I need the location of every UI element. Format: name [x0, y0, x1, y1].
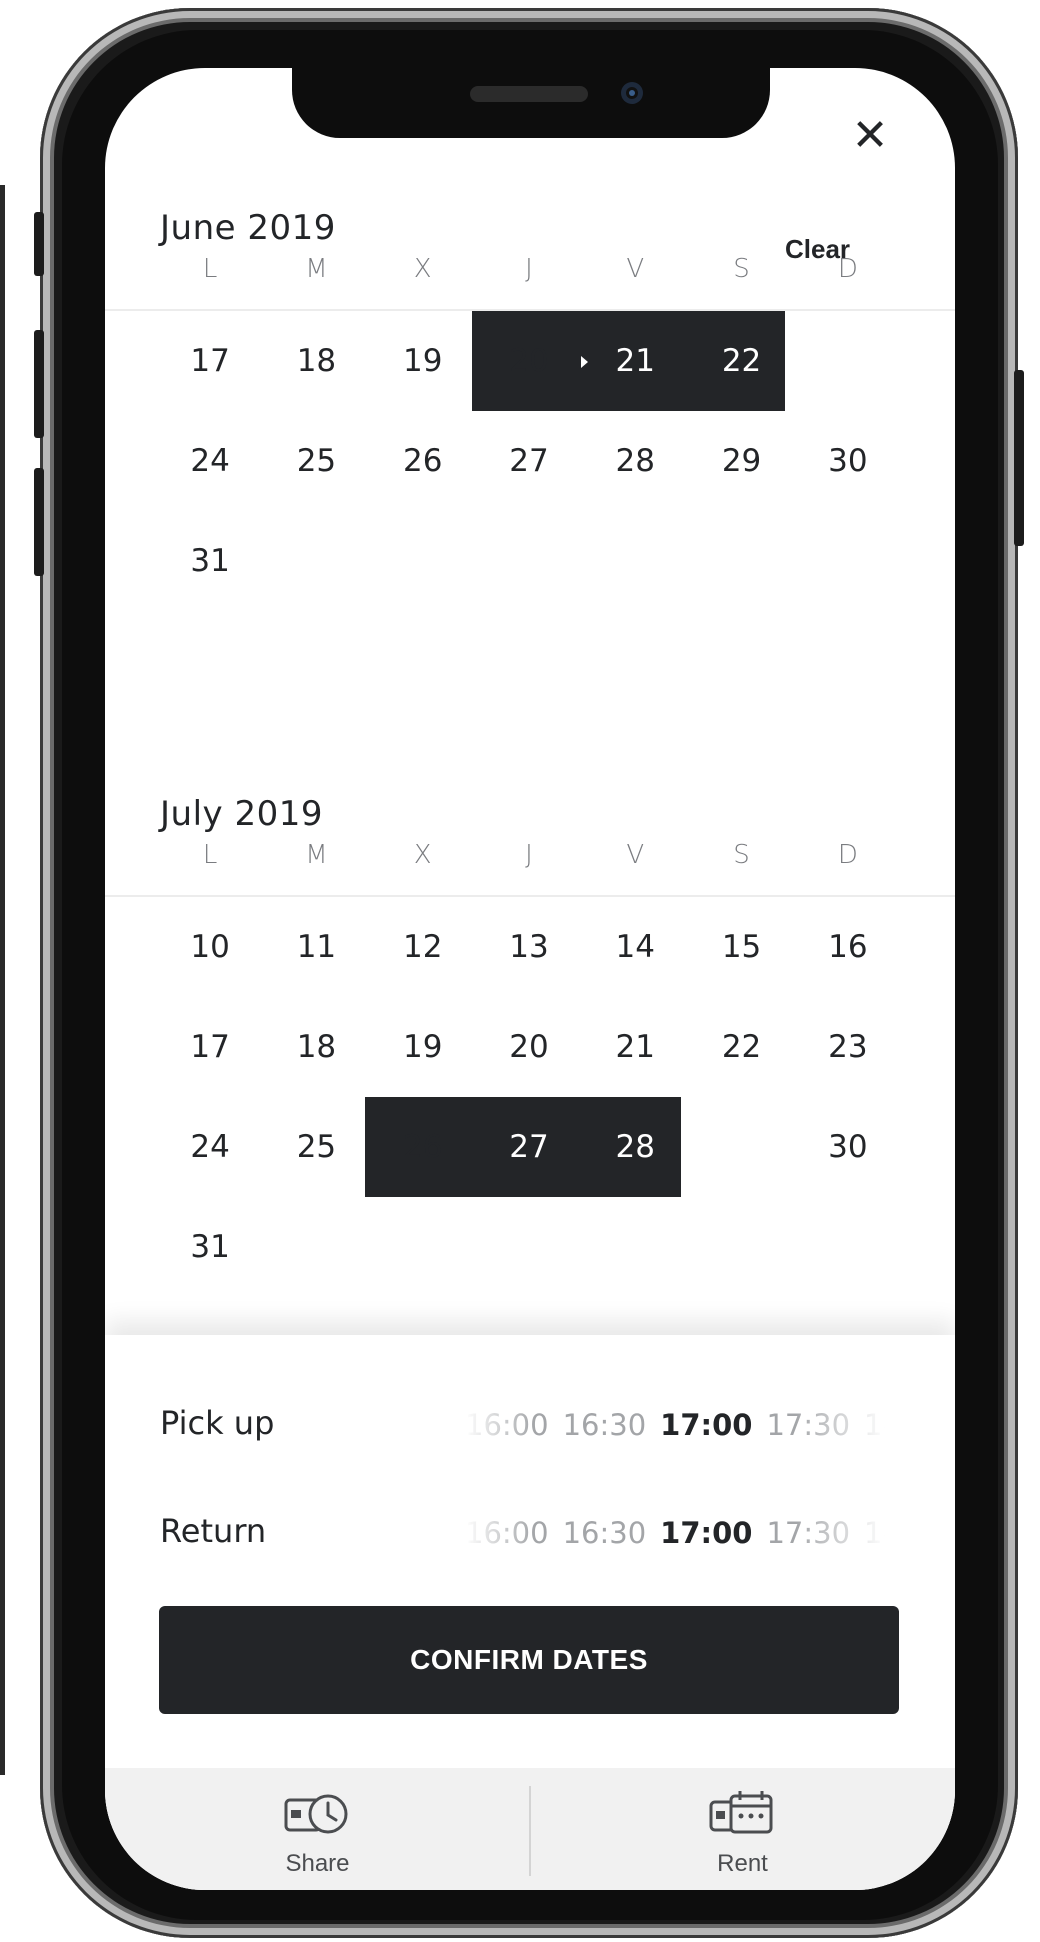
- weekday-label: X: [413, 840, 432, 870]
- weekday-label: L: [202, 840, 218, 870]
- return-label: Return: [160, 1512, 267, 1550]
- week-row: 17 18 19 20 21 22 23: [157, 997, 901, 1097]
- day-cell[interactable]: 16: [795, 897, 901, 997]
- pickup-label: Pick up: [160, 1404, 275, 1442]
- day-cell[interactable]: 22: [688, 997, 794, 1097]
- time-option[interactable]: 18:00: [864, 1408, 885, 1442]
- week-row: 10 11 12 13 14 15 16: [157, 897, 901, 997]
- weekday-label: S: [733, 254, 750, 284]
- time-option[interactable]: 16:00: [465, 1516, 549, 1550]
- day-cell[interactable]: 30: [795, 1097, 901, 1197]
- day-cell-range-start[interactable]: 21: [581, 311, 688, 411]
- day-cell[interactable]: 18: [263, 997, 369, 1097]
- tab-share-label: Share: [285, 1850, 350, 1877]
- day-cell[interactable]: 28: [582, 411, 688, 511]
- time-option[interactable]: 16:00: [465, 1408, 549, 1442]
- phone-notch: [292, 68, 770, 138]
- time-option[interactable]: 17:30: [766, 1516, 850, 1550]
- volume-up-button: [34, 330, 44, 438]
- day-cell[interactable]: 27: [476, 411, 582, 511]
- day-cell[interactable]: 26: [370, 1097, 476, 1197]
- day-cell[interactable]: 30: [795, 411, 901, 511]
- phone-screen: ✕ June 2019 Clear L M X J V S D 17 18 19…: [105, 68, 955, 1890]
- day-cell[interactable]: 21: [582, 997, 688, 1097]
- day-cell[interactable]: 12: [370, 897, 476, 997]
- day-cell[interactable]: 20: [476, 997, 582, 1097]
- time-option[interactable]: 16:30: [563, 1516, 647, 1550]
- day-cell[interactable]: 20: [476, 311, 582, 411]
- time-option[interactable]: 17:30: [766, 1408, 850, 1442]
- time-option-selected[interactable]: 17:00: [660, 1408, 752, 1442]
- car-calendar-icon: [709, 1791, 772, 1834]
- weekday-label: J: [525, 840, 533, 870]
- weekday-label: X: [413, 254, 432, 284]
- day-cell[interactable]: 29: [688, 411, 794, 511]
- background-edge: [0, 185, 5, 1775]
- weekday-label: D: [837, 840, 858, 870]
- speaker-grille: [470, 86, 588, 102]
- day-cell[interactable]: 14: [582, 897, 688, 997]
- day-cell[interactable]: 19: [370, 311, 476, 411]
- weekday-label: V: [626, 840, 645, 870]
- week-row: 24 25 26 27 28 29 30: [157, 1097, 901, 1197]
- day-cell[interactable]: 24: [157, 411, 263, 511]
- weekday-label: M: [305, 254, 328, 284]
- week-row: 24 25 26 27 28 29 30: [157, 411, 901, 511]
- weekday-label: J: [525, 254, 533, 284]
- volume-down-button: [34, 468, 44, 576]
- month-title-july: July 2019: [160, 794, 323, 834]
- day-cell[interactable]: 10: [157, 897, 263, 997]
- day-cell[interactable]: 19: [370, 997, 476, 1097]
- day-cell[interactable]: 23: [795, 997, 901, 1097]
- day-cell-selected[interactable]: 22: [688, 311, 794, 411]
- day-cell-selected[interactable]: 23: [795, 311, 901, 411]
- month-title-june: June 2019: [160, 208, 336, 248]
- mute-switch: [34, 212, 44, 276]
- return-time-picker[interactable]: 16:00 16:30 17:00 17:30 18:00: [465, 1508, 885, 1558]
- tab-rent-label: Rent: [717, 1850, 768, 1877]
- weekday-label: M: [305, 840, 328, 870]
- time-option[interactable]: 16:30: [563, 1408, 647, 1442]
- day-cell[interactable]: 26: [370, 411, 476, 511]
- pickup-time-picker[interactable]: 16:00 16:30 17:00 17:30 18:00: [465, 1400, 885, 1450]
- time-option[interactable]: 18:00: [864, 1516, 885, 1550]
- weekday-header-july: L M X J V S D: [157, 840, 901, 880]
- day-cell[interactable]: 11: [263, 897, 369, 997]
- week-row: 31: [157, 1197, 901, 1297]
- day-cell[interactable]: 13: [476, 897, 582, 997]
- day-cell[interactable]: 25: [263, 411, 369, 511]
- weekday-header-june: L M X J V S D: [157, 254, 901, 294]
- day-cell[interactable]: 31: [157, 1197, 263, 1297]
- power-button: [1014, 370, 1024, 546]
- day-cell-selected[interactable]: 28: [582, 1097, 688, 1197]
- day-cell-range-end[interactable]: 29: [688, 1097, 796, 1197]
- weekday-label: S: [733, 840, 750, 870]
- weekday-label: V: [626, 254, 645, 284]
- day-cell[interactable]: 31: [157, 511, 263, 611]
- weekday-label: L: [202, 254, 218, 284]
- day-cell[interactable]: 17: [157, 997, 263, 1097]
- day-cell[interactable]: 17: [157, 311, 263, 411]
- day-cell[interactable]: 15: [688, 897, 794, 997]
- week-row: 17 18 19 20 21 22 23: [157, 311, 901, 411]
- time-option-selected[interactable]: 17:00: [660, 1516, 752, 1550]
- tab-rent[interactable]: Rent: [530, 1768, 955, 1890]
- confirm-dates-button[interactable]: CONFIRM DATES: [159, 1606, 899, 1714]
- car-clock-icon: [284, 1794, 347, 1834]
- week-row: 31: [157, 511, 901, 611]
- weekday-label: D: [837, 254, 858, 284]
- day-cell[interactable]: 25: [263, 1097, 369, 1197]
- close-icon[interactable]: ✕: [850, 114, 890, 158]
- day-cell-selected[interactable]: 27: [476, 1097, 582, 1197]
- day-cell[interactable]: 24: [157, 1097, 263, 1197]
- front-camera: [621, 82, 643, 104]
- tab-bar: Share Rent: [105, 1768, 955, 1890]
- day-cell[interactable]: 18: [263, 311, 369, 411]
- tab-share[interactable]: Share: [105, 1768, 530, 1890]
